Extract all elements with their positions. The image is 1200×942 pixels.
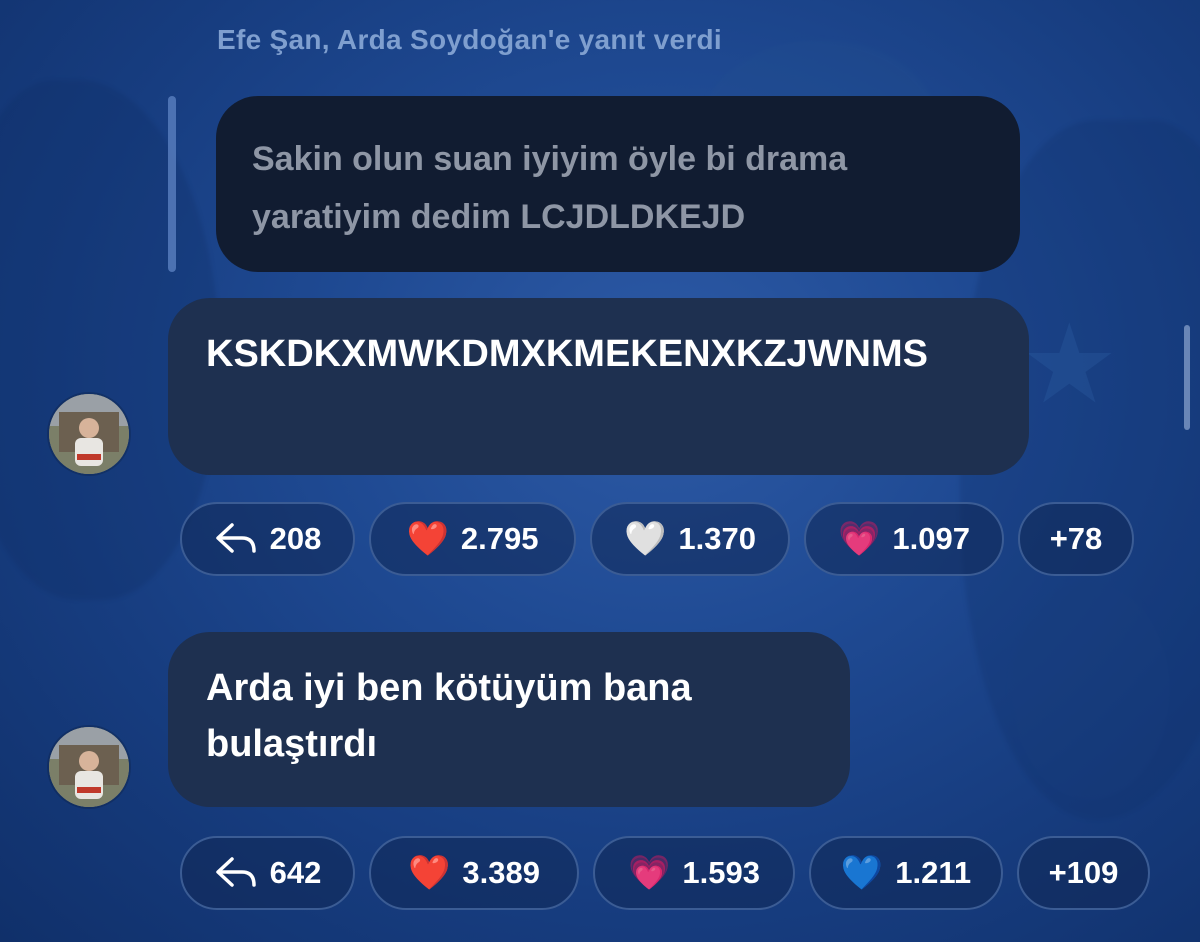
reaction-count: 1.370 [678,521,756,556]
more-reactions-chip[interactable]: +78 [1018,502,1134,576]
reaction-chip[interactable]: ❤️ 3.389 [369,836,579,910]
reply-count-chip[interactable]: 642 [180,836,355,910]
heart-blue-icon: 💙 [840,854,884,892]
reply-count-chip[interactable]: 208 [180,502,355,576]
quoted-message-bubble[interactable]: Sakin olun suan iyiyim öyle bi drama yar… [216,96,1020,272]
heart-pink-icon: 💗 [838,520,881,558]
more-reactions-count: +78 [1049,521,1103,556]
reaction-count: 1.211 [895,855,972,890]
avatar-image [49,727,129,807]
reaction-count: 2.795 [460,521,539,556]
heart-red-icon: ❤️ [408,854,451,892]
message-bubble[interactable]: KSKDKXMWKDMXKMEKENXKZJWNMS [168,298,1029,475]
more-reactions-count: +109 [1048,855,1119,890]
avatar-image [49,394,129,474]
message-bubble[interactable]: Arda iyi ben kötüyüm bana bulaştırdı [168,632,850,807]
scrollbar-thumb[interactable] [1184,325,1190,430]
heart-pink-icon: 💗 [628,854,671,892]
more-reactions-chip[interactable]: +109 [1017,836,1150,910]
user-avatar[interactable] [49,727,129,807]
reply-arrow-icon [215,523,256,553]
reaction-chip[interactable]: 🤍 1.370 [590,502,790,576]
reaction-count: 1.097 [892,521,970,556]
reaction-chip[interactable]: 💙 1.211 [809,836,1003,910]
reaction-chip[interactable]: 💗 1.593 [593,836,795,910]
reaction-chip[interactable]: 💗 1.097 [804,502,1004,576]
reaction-chip[interactable]: ❤️ 2.795 [369,502,576,576]
reaction-count: 1.593 [682,855,760,890]
reply-count: 642 [269,855,322,890]
quote-bar [168,96,176,272]
reply-count: 208 [269,521,322,556]
user-avatar[interactable] [49,394,129,474]
heart-red-icon: ❤️ [406,520,449,558]
reaction-count: 3.389 [462,855,540,890]
heart-white-icon: 🤍 [624,520,667,558]
reply-arrow-icon [215,857,256,887]
reply-header: Efe Şan, Arda Soydoğan'e yanıt verdi [217,24,722,55]
background-blob [1010,580,1170,800]
background-star-icon: ★ [1020,303,1119,426]
